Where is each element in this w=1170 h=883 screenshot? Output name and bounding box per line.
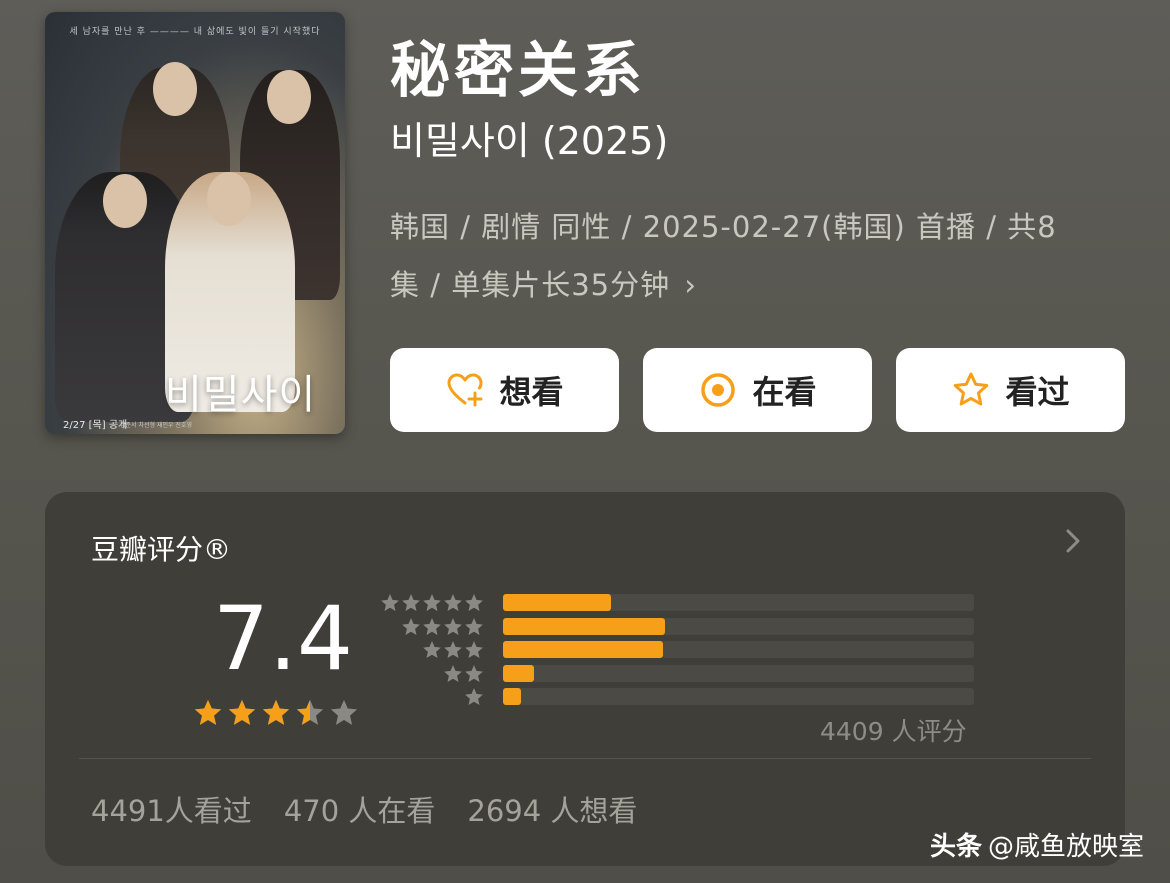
want-to-watch-label: 想看	[499, 373, 564, 411]
watching-label: 在看	[752, 373, 817, 411]
distribution-star-icon	[465, 617, 483, 635]
rating-star-icon	[194, 699, 222, 725]
distribution-stars	[422, 640, 484, 660]
poster-face	[103, 174, 147, 228]
distribution-star-icon	[444, 641, 462, 658]
poster-face	[153, 62, 197, 116]
rating-stars	[193, 698, 359, 728]
watermark-brand: 头条	[929, 832, 982, 862]
rating-score: 7.4	[213, 587, 353, 690]
distribution-star-icon	[402, 594, 420, 611]
distribution-star-icon	[444, 594, 462, 611]
rating-header: 豆瓣评分®	[91, 533, 232, 566]
want-count: 2694 人想看	[467, 794, 638, 828]
rating-star-icon	[296, 699, 324, 725]
distribution-track	[503, 594, 974, 611]
distribution-star-icon	[465, 664, 483, 682]
distribution-track	[503, 641, 974, 658]
star-outline-icon	[954, 372, 989, 406]
watching-count: 470 人在看	[283, 794, 436, 828]
distribution-track	[503, 664, 974, 682]
action-buttons: 想看 在看 看过	[390, 348, 1125, 432]
poster-title: 비밀사이	[165, 372, 317, 418]
rating-star-icon	[228, 699, 256, 725]
want-to-watch-button[interactable]: 想看	[390, 348, 619, 432]
divider	[79, 758, 1091, 759]
distribution-star-icon	[465, 688, 483, 705]
distribution-stars	[443, 664, 484, 684]
distribution-track	[503, 688, 974, 705]
poster-face	[207, 172, 251, 226]
meta-line-2: 集 / 单集片长35分钟 ›	[390, 256, 1120, 314]
rating-star-icon	[262, 699, 290, 725]
poster-tagline: 세 남자를 만난 후 ———— 내 삶에도 빛이 들기 시작했다	[69, 27, 321, 37]
target-icon	[701, 373, 736, 407]
distribution-track	[503, 617, 974, 635]
distribution-bar	[503, 617, 665, 635]
watermark-handle: @咸鱼放映室	[987, 832, 1144, 862]
poster-date: 2/27 [목] 공개	[63, 420, 128, 431]
page-title: 秘密关系	[390, 36, 646, 106]
watermark: 头条 @咸鱼放映室	[930, 826, 1144, 863]
distribution-bar	[503, 594, 611, 611]
audience-counts: 4491人看过 470 人在看 2694 人想看	[91, 788, 637, 830]
distribution-bar	[503, 641, 663, 658]
distribution-bar	[503, 688, 521, 705]
distribution-star-icon	[423, 594, 441, 611]
distribution-star-icon	[444, 664, 462, 682]
rater-count: 4409 人评分	[820, 717, 967, 746]
distribution-star-icon	[465, 641, 483, 658]
distribution-star-icon	[465, 594, 483, 611]
chevron-right-icon[interactable]: ›	[684, 268, 697, 302]
watched-label: 看过	[1005, 373, 1070, 411]
distribution-stars	[401, 617, 484, 637]
poster-face	[267, 70, 311, 124]
distribution-star-icon	[444, 617, 462, 635]
poster-image[interactable]: 세 남자를 만난 후 ———— 내 삶에도 빛이 들기 시작했다 비밀사이 2/…	[45, 12, 345, 434]
watched-button[interactable]: 看过	[896, 348, 1125, 432]
distribution-stars	[380, 593, 484, 613]
meta-line-1: 韩国 / 剧情 同性 / 2025-02-27(韩国) 首播 / 共8	[390, 210, 1057, 244]
distribution-star-icon	[423, 617, 441, 635]
rating-card[interactable]: 豆瓣评分® 7.4 4409 人评分 4491人看过 470 人在看 2694 …	[45, 492, 1125, 866]
distribution-star-icon	[381, 594, 399, 611]
distribution-star-icon	[423, 641, 441, 658]
distribution-stars	[464, 687, 484, 707]
meta-info[interactable]: 韩国 / 剧情 同性 / 2025-02-27(韩国) 首播 / 共8 集 / …	[390, 198, 1120, 314]
meta-line-2-text: 集 / 单集片长35分钟	[390, 268, 671, 302]
watched-count: 4491人看过	[91, 794, 252, 828]
heart-plus-icon	[447, 373, 483, 407]
watching-button[interactable]: 在看	[643, 348, 872, 432]
chevron-right-icon[interactable]	[1063, 526, 1083, 556]
poster-credits: 김준서 차선형 재인우 진호영	[120, 422, 192, 429]
distribution-bar	[503, 664, 534, 682]
original-title: 비밀사이 (2025)	[390, 119, 669, 163]
distribution-star-icon	[402, 617, 420, 635]
rating-star-icon	[330, 699, 358, 725]
